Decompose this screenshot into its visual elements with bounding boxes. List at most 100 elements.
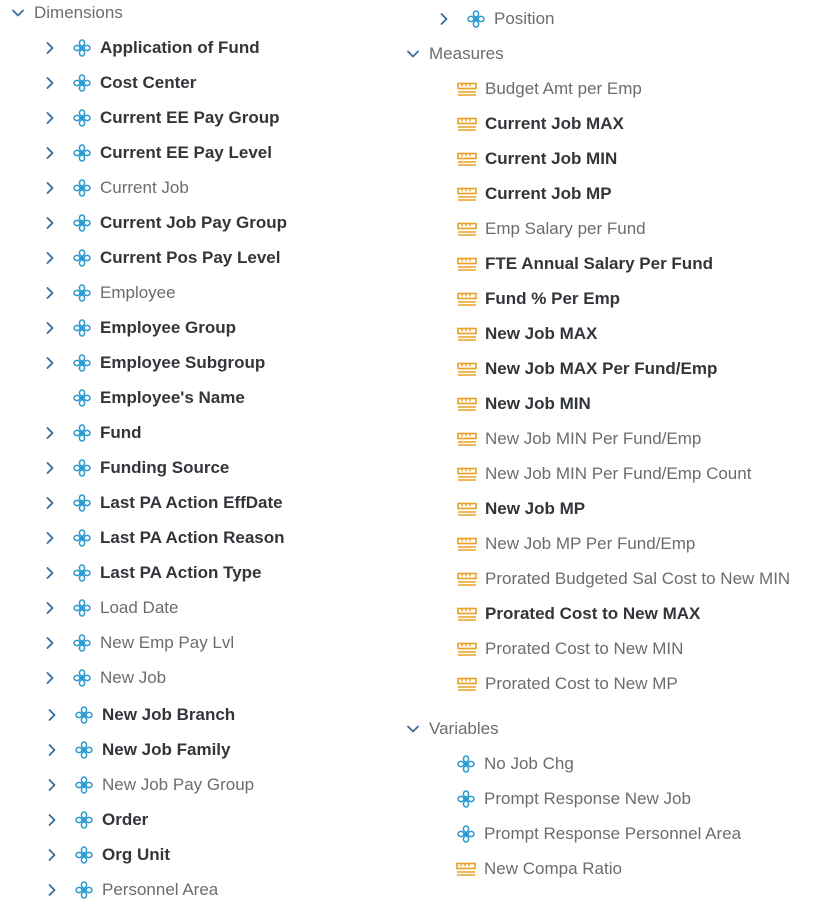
tree-item-new-job-family[interactable]: New Job Family xyxy=(44,732,230,767)
tree-item-new-job-pay-group[interactable]: New Job Pay Group xyxy=(44,767,254,802)
tree-item-current-job-max[interactable]: Current Job MAX xyxy=(457,106,624,141)
tree-item-prompt-response-new-job[interactable]: Prompt Response New Job xyxy=(456,781,691,816)
tree-item-new-job-min-per-fund-emp-count[interactable]: New Job MIN Per Fund/Emp Count xyxy=(457,456,751,491)
dimension-icon xyxy=(72,563,92,583)
dimension-icon xyxy=(72,598,92,618)
tree-item-employee-s-name[interactable]: Employee's Name xyxy=(42,380,245,415)
tree-item-prorated-cost-to-new-mp[interactable]: Prorated Cost to New MP xyxy=(457,666,678,701)
chevron-right-icon[interactable] xyxy=(42,635,58,651)
chevron-right-icon[interactable] xyxy=(42,320,58,336)
dimension-icon xyxy=(72,633,92,653)
dimension-icon xyxy=(72,493,92,513)
tree-item-prorated-budgeted-sal-cost-to-new-min[interactable]: Prorated Budgeted Sal Cost to New MIN xyxy=(457,561,790,596)
tree-item-prorated-cost-to-new-max[interactable]: Prorated Cost to New MAX xyxy=(457,596,700,631)
tree-item-prorated-cost-to-new-min[interactable]: Prorated Cost to New MIN xyxy=(457,631,683,666)
tree-item-fte-annual-salary-per-fund[interactable]: FTE Annual Salary Per Fund xyxy=(457,246,713,281)
chevron-right-icon[interactable] xyxy=(42,425,58,441)
chevron-right-icon[interactable] xyxy=(42,495,58,511)
chevron-right-icon[interactable] xyxy=(42,145,58,161)
tree-item-current-ee-pay-group[interactable]: Current EE Pay Group xyxy=(42,100,279,135)
section-dimensions[interactable]: Dimensions xyxy=(10,0,123,30)
measure-icon xyxy=(457,639,477,659)
tree-item-last-pa-action-type[interactable]: Last PA Action Type xyxy=(42,555,262,590)
tree-item-current-ee-pay-level[interactable]: Current EE Pay Level xyxy=(42,135,272,170)
chevron-right-icon[interactable] xyxy=(44,742,60,758)
chevron-right-icon[interactable] xyxy=(42,40,58,56)
chevron-right-icon[interactable] xyxy=(42,565,58,581)
tree-item-new-job-min-per-fund-emp[interactable]: New Job MIN Per Fund/Emp xyxy=(457,421,701,456)
chevron-down-icon[interactable] xyxy=(405,721,421,737)
tree-item-new-job[interactable]: New Job xyxy=(42,660,166,695)
tree-item-label: Current EE Pay Group xyxy=(100,108,280,127)
tree-item-current-job-min[interactable]: Current Job MIN xyxy=(457,141,617,176)
tree-item-new-job-max[interactable]: New Job MAX xyxy=(457,316,597,351)
chevron-down-icon[interactable] xyxy=(10,5,26,21)
tree-item-personnel-area[interactable]: Personnel Area xyxy=(44,872,218,907)
chevron-right-icon[interactable] xyxy=(436,11,452,27)
chevron-right-icon[interactable] xyxy=(44,777,60,793)
tree-item-new-job-branch[interactable]: New Job Branch xyxy=(44,697,235,732)
chevron-right-icon[interactable] xyxy=(42,180,58,196)
tree-item-employee[interactable]: Employee xyxy=(42,275,176,310)
tree-item-application-of-fund[interactable]: Application of Fund xyxy=(42,30,260,65)
section-measures[interactable]: Measures xyxy=(405,36,504,71)
chevron-right-icon[interactable] xyxy=(42,460,58,476)
tree-item-label: New Job MAX xyxy=(485,324,598,343)
tree-item-last-pa-action-reason[interactable]: Last PA Action Reason xyxy=(42,520,285,555)
dimension-icon xyxy=(72,108,92,128)
tree-item-new-job-max-per-fund-emp[interactable]: New Job MAX Per Fund/Emp xyxy=(457,351,717,386)
tree-item-employee-subgroup[interactable]: Employee Subgroup xyxy=(42,345,265,380)
chevron-right-icon[interactable] xyxy=(44,847,60,863)
dimension-icon xyxy=(72,528,92,548)
section-variables[interactable]: Variables xyxy=(405,711,499,746)
tree-item-current-pos-pay-level[interactable]: Current Pos Pay Level xyxy=(42,240,280,275)
tree-item-label: Last PA Action EffDate xyxy=(100,493,283,512)
tree-item-fund-per-emp[interactable]: Fund % Per Emp xyxy=(457,281,620,316)
chevron-right-icon[interactable] xyxy=(42,530,58,546)
chevron-right-icon[interactable] xyxy=(42,215,58,231)
tree-item-employee-group[interactable]: Employee Group xyxy=(42,310,236,345)
chevron-right-icon[interactable] xyxy=(42,250,58,266)
tree-item-current-job-mp[interactable]: Current Job MP xyxy=(457,176,612,211)
chevron-right-icon[interactable] xyxy=(44,707,60,723)
chevron-right-icon[interactable] xyxy=(44,812,60,828)
section-label: Variables xyxy=(429,719,499,738)
tree-item-position[interactable]: Position xyxy=(436,1,554,36)
tree-item-new-emp-pay-lvl[interactable]: New Emp Pay Lvl xyxy=(42,625,234,660)
tree-item-label: Prompt Response New Job xyxy=(484,789,691,808)
tree-item-funding-source[interactable]: Funding Source xyxy=(42,450,229,485)
tree-item-current-job-pay-group[interactable]: Current Job Pay Group xyxy=(42,205,287,240)
chevron-down-icon[interactable] xyxy=(405,46,421,62)
tree-item-last-pa-action-effdate[interactable]: Last PA Action EffDate xyxy=(42,485,283,520)
measure-icon xyxy=(457,289,477,309)
tree-item-new-job-min[interactable]: New Job MIN xyxy=(457,386,591,421)
measure-icon xyxy=(457,429,477,449)
tree-item-label: New Job MAX Per Fund/Emp xyxy=(485,359,718,378)
chevron-right-icon[interactable] xyxy=(44,882,60,898)
tree-item-budget-amt-per-emp[interactable]: Budget Amt per Emp xyxy=(457,71,642,106)
chevron-right-icon[interactable] xyxy=(42,285,58,301)
dimension-icon xyxy=(72,458,92,478)
chevron-right-icon[interactable] xyxy=(42,355,58,371)
dimension-icon xyxy=(456,754,476,774)
chevron-right-icon[interactable] xyxy=(42,75,58,91)
tree-item-fund[interactable]: Fund xyxy=(42,415,142,450)
tree-item-cost-center[interactable]: Cost Center xyxy=(42,65,196,100)
tree-item-new-job-mp[interactable]: New Job MP xyxy=(457,491,585,526)
tree-item-order[interactable]: Order xyxy=(44,802,148,837)
chevron-right-icon[interactable] xyxy=(42,670,58,686)
tree-item-current-job[interactable]: Current Job xyxy=(42,170,189,205)
tree-item-label: Org Unit xyxy=(102,845,170,864)
dimension-icon xyxy=(72,73,92,93)
tree-item-emp-salary-per-fund[interactable]: Emp Salary per Fund xyxy=(457,211,646,246)
tree-item-prompt-response-personnel-area[interactable]: Prompt Response Personnel Area xyxy=(456,816,741,851)
tree-item-label: New Job MP xyxy=(485,499,586,518)
tree-item-no-job-chg[interactable]: No Job Chg xyxy=(456,746,574,781)
tree-item-org-unit[interactable]: Org Unit xyxy=(44,837,170,872)
tree-item-new-compa-ratio[interactable]: New Compa Ratio xyxy=(456,851,622,886)
measure-icon xyxy=(457,219,477,239)
tree-item-new-job-mp-per-fund-emp[interactable]: New Job MP Per Fund/Emp xyxy=(457,526,695,561)
tree-item-load-date[interactable]: Load Date xyxy=(42,590,178,625)
chevron-right-icon[interactable] xyxy=(42,110,58,126)
chevron-right-icon[interactable] xyxy=(42,600,58,616)
